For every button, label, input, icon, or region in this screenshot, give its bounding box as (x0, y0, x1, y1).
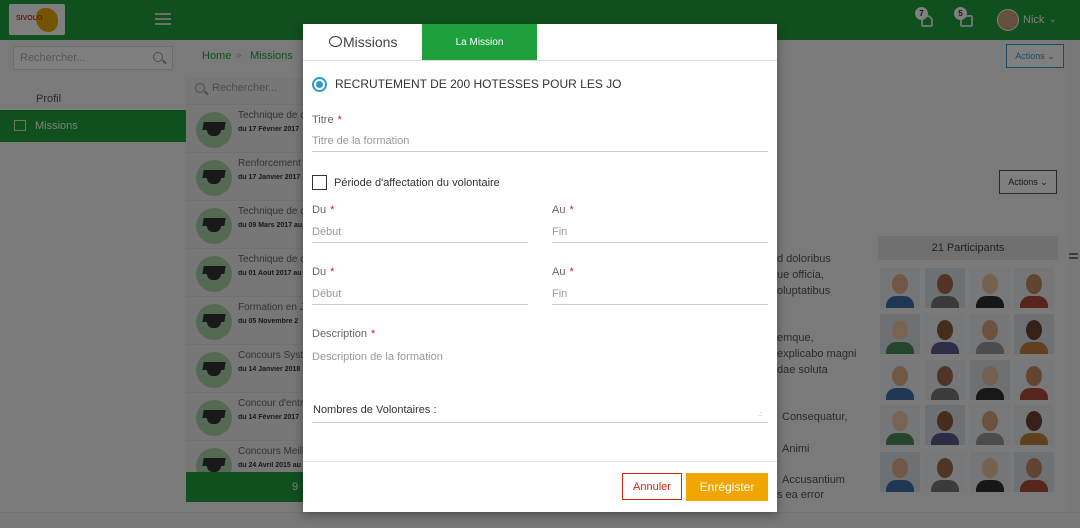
tab-divider (303, 60, 777, 61)
tab-la-mission[interactable]: La Mission (422, 24, 537, 60)
mission-title: RECRUTEMENT DE 200 HOTESSES POUR LES JO (335, 77, 622, 91)
du-label: Du * (312, 204, 335, 216)
au-label: Au * (552, 204, 574, 216)
nombre-volontaires-label: Nombres de Volontaires : (313, 404, 437, 416)
periode-label: Période d'affectation du volontaire (334, 177, 500, 189)
tab-la-mission-label: La Mission (455, 37, 504, 48)
resize-grip-icon[interactable]: .: (758, 411, 762, 418)
titre-label: Titre * (312, 114, 342, 126)
mission-radio[interactable] (312, 77, 327, 92)
du-input[interactable] (312, 221, 528, 243)
chat-icon (329, 36, 342, 47)
cancel-button[interactable]: Annuler (622, 473, 682, 500)
titre-input[interactable] (312, 130, 768, 152)
save-button[interactable]: Enrégister (686, 473, 768, 501)
du-input-2[interactable] (312, 283, 528, 305)
au-input[interactable] (552, 221, 768, 243)
au-label-2: Au * (552, 266, 574, 278)
description-label: Description * (312, 328, 376, 340)
periode-checkbox[interactable] (312, 175, 327, 190)
tab-missions-label: Missions (343, 34, 398, 50)
au-input-2[interactable] (552, 283, 768, 305)
modal-footer-divider (303, 461, 777, 462)
mission-modal: Missions La Mission RECRUTEMENT DE 200 H… (303, 24, 777, 512)
du-label-2: Du * (312, 266, 335, 278)
tab-missions[interactable]: Missions (303, 24, 422, 60)
